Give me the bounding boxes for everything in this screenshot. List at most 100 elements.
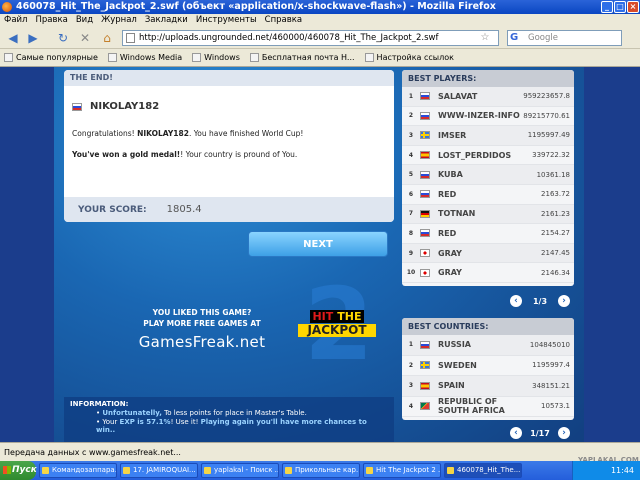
menu-history[interactable]: Журнал [101, 14, 137, 27]
rank: 6 [408, 190, 414, 198]
menu-help[interactable]: Справка [265, 14, 302, 27]
address-bar[interactable]: http://uploads.ungrounded.net/460000/460… [122, 30, 499, 46]
entry-name: GRAY [438, 248, 462, 258]
entry-score: 1195997.4 [532, 361, 570, 370]
bookmark-item[interactable]: Windows [192, 49, 246, 66]
menu-view[interactable]: Вид [76, 14, 93, 27]
bookmark-item[interactable]: Бесплатная почта H... [249, 49, 361, 66]
entry-name: SALAVAT [438, 91, 478, 101]
menu-tools[interactable]: Инструменты [196, 14, 257, 27]
taskbar-item[interactable]: 17. JAMIROQUAI... [120, 463, 198, 478]
maximize-button[interactable]: □ [614, 1, 626, 13]
game-stage: THE END! NIKOLAY182 Congratulations! NIK… [54, 67, 584, 442]
back-icon[interactable]: ◀ [4, 30, 22, 46]
country-row: 1 RUSSIA 104845010 [402, 335, 574, 356]
info-item: Unfortunatelly, To less points for place… [96, 409, 388, 417]
flash-content[interactable]: THE END! NIKOLAY182 Congratulations! NIK… [0, 67, 640, 442]
country-row: 3 SPAIN 348151.21 [402, 376, 574, 397]
taskbar-item[interactable]: Прикольные кар... [282, 463, 360, 478]
info-title: INFORMATION: [70, 400, 129, 408]
bookmark-item[interactable]: Windows Media [107, 49, 188, 66]
rank: 5 [408, 171, 414, 179]
prev-page-icon[interactable]: ‹ [510, 295, 522, 307]
next-page-icon[interactable]: › [558, 295, 570, 307]
players-pager: ‹ 1/3 › [510, 295, 570, 307]
bookmark-icon [249, 53, 259, 62]
flag-icon [420, 209, 430, 218]
rank: 2 [408, 361, 414, 369]
page-icon [126, 33, 135, 43]
players-page: 1/3 [532, 296, 548, 306]
next-page-icon[interactable]: › [558, 427, 570, 439]
entry-score: 2147.45 [541, 249, 570, 258]
best-countries-header: BEST COUNTRIES: [402, 318, 574, 335]
entry-score: 2163.72 [541, 190, 570, 199]
player-row: 1 SALAVAT 959223657.8 [402, 87, 574, 107]
player-row: 3 IMSER 1195997.49 [402, 126, 574, 146]
promo-line1: YOU LIKED THIS GAME? [152, 308, 252, 317]
next-button[interactable]: NEXT [248, 231, 388, 257]
flag-icon [420, 151, 430, 160]
promo-block[interactable]: YOU LIKED THIS GAME? PLAY MORE FREE GAME… [122, 307, 282, 350]
minimize-button[interactable]: _ [601, 1, 613, 13]
flag-icon [420, 229, 430, 238]
bookmark-item[interactable]: Настройка ссылок [364, 49, 460, 66]
flag-icon [420, 361, 430, 370]
rank: 3 [408, 382, 414, 390]
search-input[interactable]: G Google [507, 30, 622, 46]
flag-icon [420, 268, 430, 277]
forward-icon[interactable]: ▶ [24, 30, 42, 46]
flag-icon [420, 402, 430, 411]
close-button[interactable]: × [627, 1, 639, 13]
bookmark-icon [4, 53, 13, 62]
entry-score: 348151.21 [532, 381, 570, 390]
score-label: YOUR SCORE: [78, 204, 147, 215]
prev-page-icon[interactable]: ‹ [510, 427, 522, 439]
clock: 11:44 [610, 466, 634, 475]
entry-score: 10573.1 [541, 402, 570, 411]
gold-message: You've won a gold medal!! Your country i… [72, 150, 298, 159]
entry-name: LOST_PERDIDOS [438, 150, 512, 160]
gamesfreak-link[interactable]: GamesFreak.net [122, 335, 282, 350]
countries-pager: ‹ 1/17 › [510, 427, 570, 439]
player-row: 5 KUBA 10361.18 [402, 165, 574, 185]
google-icon[interactable]: G [510, 32, 522, 44]
menu-bar: Файл Правка Вид Журнал Закладки Инструме… [0, 14, 640, 27]
entry-score: 89215770.61 [523, 111, 570, 120]
taskbar-item[interactable]: yaplakal - Поиск ... [201, 463, 279, 478]
player-row: 10 GRAY 2146.34 [402, 263, 574, 283]
home-icon[interactable]: ⌂ [98, 30, 116, 46]
congrats-message: Congratulations! NIKOLAY182. You have fi… [72, 129, 304, 138]
firefox-icon [2, 2, 12, 12]
rank: 2 [408, 112, 414, 120]
entry-score: 104845010 [529, 340, 570, 349]
menu-edit[interactable]: Правка [35, 14, 67, 27]
player-line: NIKOLAY182 [72, 101, 159, 112]
start-button[interactable]: Пуск [0, 461, 37, 480]
menu-bookmarks[interactable]: Закладки [145, 14, 188, 27]
taskbar-item[interactable]: Командозаппара... [39, 463, 117, 478]
entry-score: 1195997.49 [527, 131, 570, 140]
country-row: 4 REPUBLIC OF SOUTH AFRICA 10573.1 [402, 397, 574, 417]
menu-file[interactable]: Файл [4, 14, 27, 27]
bookmark-item[interactable]: Самые популярные [4, 49, 104, 66]
rank: 1 [408, 341, 414, 349]
taskbar-item[interactable]: Hit The Jackpot 2 ... [363, 463, 441, 478]
bookmarks-toolbar: Самые популярные Windows Media Windows Б… [0, 49, 640, 67]
rank: 7 [408, 210, 414, 218]
entry-name: KUBA [438, 170, 463, 180]
info-box: INFORMATION: Unfortunatelly, To less poi… [64, 397, 394, 442]
reload-icon[interactable]: ↻ [54, 30, 72, 46]
taskbar-item-active[interactable]: 460078_Hit_The... [444, 463, 522, 478]
score-bar: YOUR SCORE: 1805.4 [64, 197, 394, 222]
entry-name: SWEDEN [438, 360, 477, 370]
bookmark-star-icon[interactable]: ☆ [478, 30, 492, 46]
stop-icon[interactable]: ✕ [76, 30, 94, 46]
best-countries-panel: BEST COUNTRIES: 1 RUSSIA 104845010 2 SWEDEN 1… [402, 318, 574, 420]
player-row: 2 WWW-INZER-INFO 89215770.61 [402, 107, 574, 127]
system-tray: 11:44 [572, 461, 640, 480]
hit-the-jackpot-logo[interactable]: HIT THE JACKPOT [298, 310, 376, 337]
bookmark-icon [364, 53, 374, 62]
flag-icon [72, 102, 82, 111]
flag-icon [420, 381, 430, 390]
